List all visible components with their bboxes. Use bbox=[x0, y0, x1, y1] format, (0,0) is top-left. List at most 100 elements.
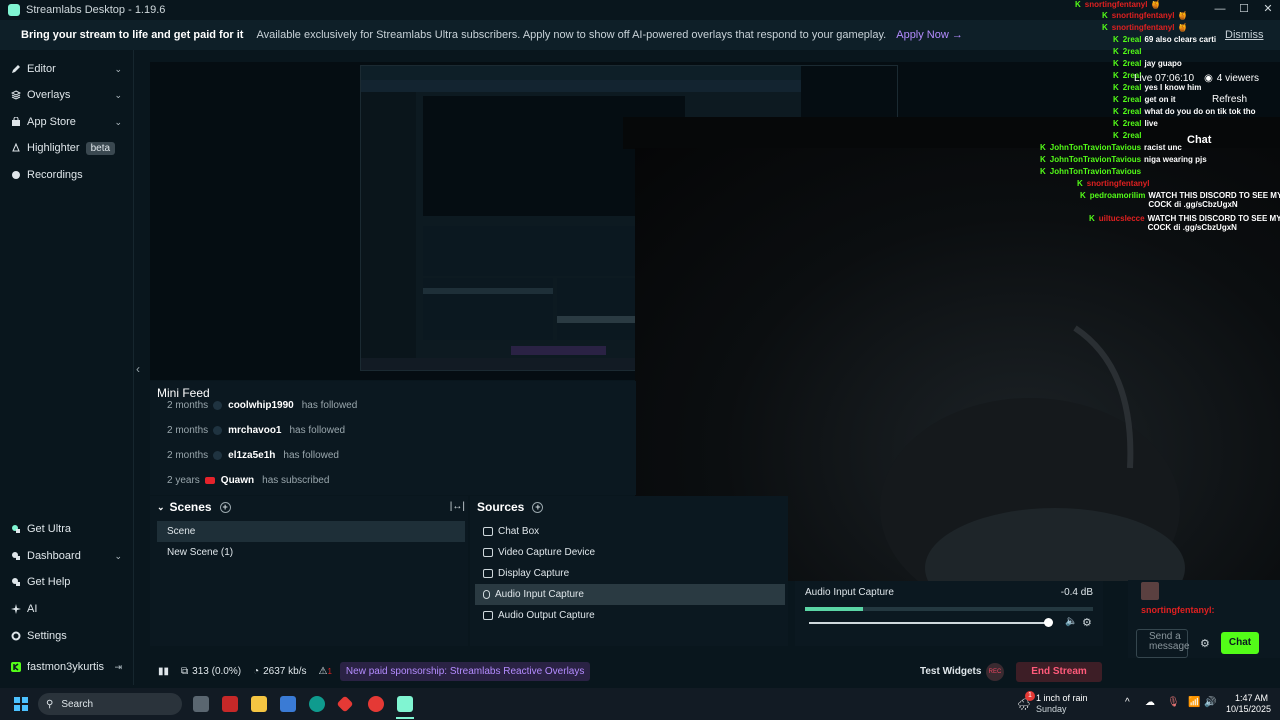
feed-user[interactable]: Quawn bbox=[221, 475, 254, 486]
sidebar-item-label: Highlighter bbox=[27, 142, 80, 154]
sidebar-item-dashboard[interactable]: Dashboard ⌄ bbox=[0, 543, 134, 569]
stats-icon[interactable]: ▮▮ bbox=[158, 666, 169, 677]
alert-count: 1 bbox=[327, 667, 332, 676]
editor-icon bbox=[12, 65, 20, 73]
taskbar-search[interactable]: ⚲ Search bbox=[38, 693, 182, 715]
chat-message: Kuiltucslecce WATCH THIS DISCORD TO SEE M… bbox=[1089, 214, 1280, 232]
source-item[interactable]: Chat Box bbox=[475, 521, 785, 542]
mini-feed: Mini Feed 2 months coolwhip1990 has foll… bbox=[150, 381, 636, 495]
sources-header: Sources + bbox=[477, 500, 544, 514]
chat-title: Chat bbox=[1187, 134, 1212, 146]
mini-feed-title: Mini Feed bbox=[157, 386, 210, 400]
app-store-icon bbox=[12, 117, 20, 126]
chat-text: racist unc bbox=[1144, 143, 1182, 152]
scene-item[interactable]: New Scene (1) bbox=[157, 542, 465, 563]
sidebar-item-recordings[interactable]: Recordings bbox=[0, 162, 134, 188]
sidebar-item-editor[interactable]: Editor ⌄ bbox=[0, 56, 134, 82]
feed-user[interactable]: mrchavoo1 bbox=[228, 425, 281, 436]
feed-time: 2 months bbox=[167, 450, 209, 461]
wifi-icon[interactable]: 📶 bbox=[1188, 697, 1200, 708]
system-clock[interactable]: 1:47 AM 10/15/2025 bbox=[1226, 693, 1271, 715]
collapse-panel-icon[interactable]: ‹ bbox=[136, 362, 140, 376]
feed-user[interactable]: el1za5e1h bbox=[228, 450, 275, 461]
source-item[interactable]: Audio Input Capture bbox=[475, 584, 785, 605]
notification-banner[interactable]: New paid sponsorship: Streamlabs Reactiv… bbox=[339, 662, 591, 681]
volume-meter bbox=[805, 607, 1093, 611]
sources-panel: Sources + Chat Box Video Capture Device … bbox=[470, 496, 788, 646]
app-icon[interactable] bbox=[336, 695, 354, 713]
windows-start-icon[interactable] bbox=[14, 697, 28, 711]
chat-username: 2real bbox=[1122, 131, 1142, 140]
record-button[interactable]: REC bbox=[986, 662, 1004, 681]
kick-badge-icon: K bbox=[1080, 191, 1086, 200]
file-explorer-icon[interactable] bbox=[251, 696, 267, 712]
chat-text: yes I know him bbox=[1144, 83, 1202, 92]
sidebar-item-highlighter[interactable]: Highlighter beta bbox=[0, 135, 134, 161]
end-stream-button[interactable]: End Stream bbox=[1016, 661, 1102, 682]
source-item[interactable]: Video Capture Device bbox=[475, 542, 785, 563]
sidebar-item-app-store[interactable]: App Store ⌄ bbox=[0, 109, 134, 135]
chevron-up-icon[interactable]: ^ bbox=[1125, 697, 1130, 708]
chat-settings-icon[interactable]: ⚙ bbox=[1200, 637, 1210, 650]
chat-message: K JohnTonTravionTavious niga wearing pjs bbox=[1040, 155, 1207, 164]
eye-icon: ◉ bbox=[1204, 73, 1213, 84]
chat-username: snortingfentanyl bbox=[1084, 0, 1148, 9]
kick-badge-icon: K bbox=[1077, 179, 1083, 188]
source-item[interactable]: Audio Output Capture bbox=[475, 605, 785, 626]
sidebar-item-ai[interactable]: AI bbox=[0, 596, 134, 622]
streamlabs-logo-icon bbox=[8, 4, 20, 16]
sidebar-item-get-ultra[interactable]: Get Ultra bbox=[0, 516, 134, 542]
refresh-button[interactable]: Refresh bbox=[1212, 94, 1247, 105]
sidebar-item-label: Get Help bbox=[27, 576, 71, 588]
sidebar-item-get-help[interactable]: Get Help bbox=[0, 569, 134, 595]
chat-username: 2real bbox=[1122, 95, 1142, 104]
alert-icon[interactable]: ⚠ bbox=[319, 666, 328, 677]
feed-user[interactable]: coolwhip1990 bbox=[228, 400, 294, 411]
volume-slider[interactable] bbox=[809, 618, 1053, 627]
task-view-icon[interactable] bbox=[193, 696, 209, 712]
chat-message: K 2real yes I know him bbox=[1113, 83, 1201, 92]
sidebar-item-account[interactable]: fastmon3ykurtis ⇥ bbox=[0, 654, 134, 680]
sidebar-item-label: fastmon3ykurtis bbox=[27, 661, 105, 673]
kick-badge-icon: K bbox=[1113, 95, 1119, 104]
scene-transitions-icon[interactable]: |↔| bbox=[450, 501, 465, 512]
test-widgets-button[interactable]: Test Widgets bbox=[920, 666, 981, 677]
volume-icon[interactable]: 🔊 bbox=[1204, 697, 1216, 708]
edge-icon[interactable] bbox=[309, 696, 325, 712]
scene-item[interactable]: Scene bbox=[157, 521, 465, 542]
chat-message-input[interactable]: Send a message bbox=[1136, 629, 1190, 658]
logout-icon[interactable]: ⇥ bbox=[114, 662, 122, 673]
slider-knob[interactable] bbox=[1044, 618, 1053, 627]
mute-icon[interactable]: 🔈 bbox=[1065, 616, 1077, 627]
sidebar-item-label: AI bbox=[27, 603, 38, 615]
chat-text: get on it bbox=[1144, 95, 1176, 104]
microphone-icon[interactable]: 🎙 bbox=[1167, 697, 1180, 708]
kick-badge-icon: K bbox=[1113, 107, 1119, 116]
chat-username: snortingfentanyl: bbox=[1141, 605, 1215, 615]
chevron-down-icon[interactable]: ⌄ bbox=[157, 502, 165, 513]
cloud-icon[interactable]: ☁ bbox=[1145, 697, 1155, 708]
kick-badge-icon: K bbox=[1113, 59, 1119, 68]
monitor-icon bbox=[483, 569, 493, 578]
audio-mixer: Audio Input Capture -0.4 dB 🔈 ⚙ bbox=[795, 581, 1103, 646]
sidebar-item-settings[interactable]: Settings bbox=[0, 623, 134, 649]
chat-text: 🍯 bbox=[1150, 0, 1161, 9]
sources-title: Sources bbox=[477, 500, 525, 514]
add-scene-icon[interactable]: + bbox=[219, 501, 231, 513]
streamlabs-taskbar-icon[interactable] bbox=[397, 696, 413, 712]
add-source-icon[interactable]: + bbox=[532, 501, 544, 513]
app-icon[interactable] bbox=[368, 696, 384, 712]
source-item[interactable]: Display Capture bbox=[475, 563, 785, 584]
sidebar-item-overlays[interactable]: Overlays ⌄ bbox=[0, 82, 134, 108]
source-label: Audio Input Capture bbox=[495, 589, 584, 600]
chat-send-button[interactable]: Chat bbox=[1221, 632, 1259, 654]
weather-widget[interactable]: 1 inch of rain Sunday bbox=[1036, 693, 1088, 715]
apply-now-link[interactable]: Apply Now → bbox=[896, 29, 963, 41]
source-label: Audio Output Capture bbox=[498, 610, 595, 621]
gear-icon[interactable]: ⚙ bbox=[1082, 616, 1092, 629]
microsoft-store-icon[interactable] bbox=[280, 696, 296, 712]
scenes-panel: ⌄ Scenes + |↔| Scene New Scene (1) bbox=[150, 496, 468, 646]
frames-icon: ⧉ bbox=[181, 666, 189, 677]
chat-text: WATCH THIS DISCORD TO SEE MY COCK di .gg… bbox=[1147, 214, 1280, 232]
malwarebytes-icon[interactable] bbox=[222, 696, 238, 712]
